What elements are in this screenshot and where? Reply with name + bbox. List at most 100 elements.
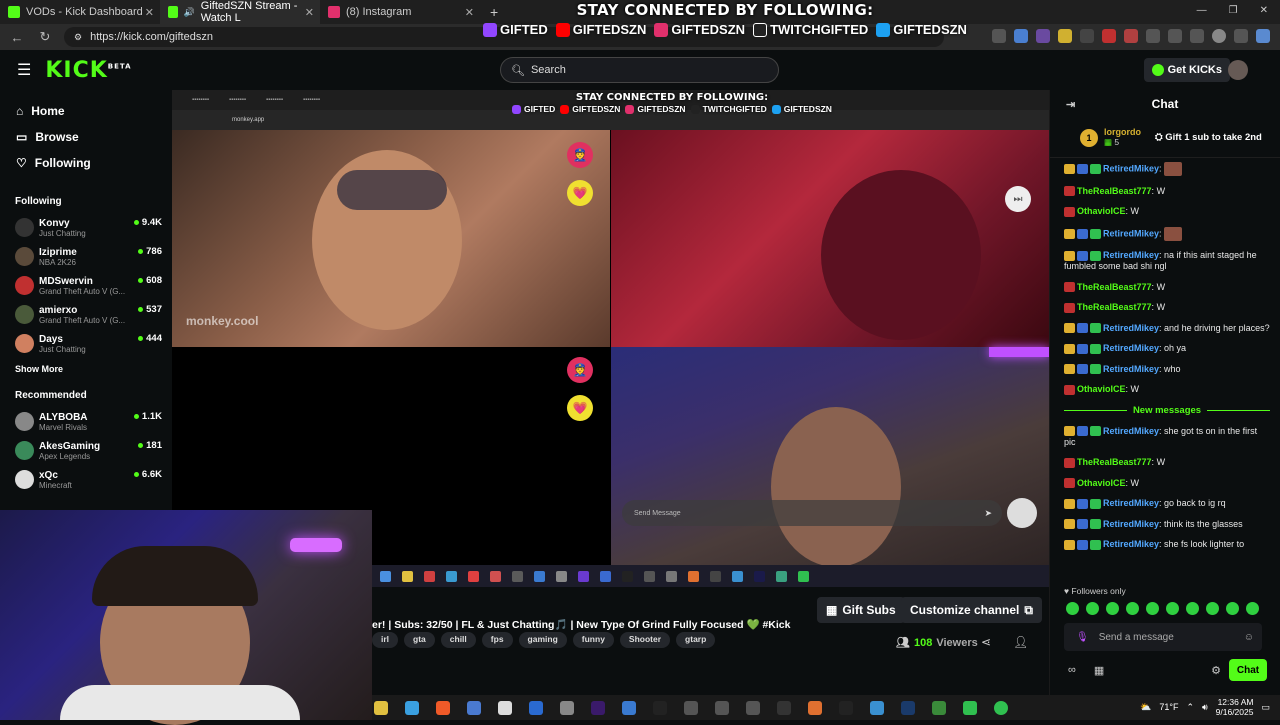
chrome-icon[interactable] bbox=[374, 700, 388, 715]
tab-close-icon[interactable]: ✕ bbox=[305, 6, 314, 19]
emote-icon[interactable] bbox=[1146, 602, 1159, 615]
favorites-icon[interactable] bbox=[1190, 29, 1204, 43]
police-sticker-icon[interactable]: 👮 bbox=[567, 357, 593, 383]
tiktok-icon[interactable] bbox=[653, 700, 667, 715]
sidebar-channel[interactable]: xQc Minecraft 6.6K bbox=[0, 465, 172, 494]
emote-icon[interactable] bbox=[1066, 602, 1079, 615]
customize-channel-button[interactable]: Customize channel ⧉ bbox=[901, 597, 1042, 623]
extension-icon[interactable] bbox=[1168, 29, 1182, 43]
app-icon[interactable] bbox=[684, 700, 698, 715]
kick-logo[interactable]: KICKBETA bbox=[45, 58, 131, 83]
hamburger-menu-icon[interactable]: ☰ bbox=[17, 60, 31, 80]
extension-icon[interactable] bbox=[1058, 29, 1072, 43]
tab-close-icon[interactable]: ✕ bbox=[145, 6, 154, 19]
gift-sub-prompt[interactable]: ⛭ Gift 1 sub to take 2nd bbox=[1155, 132, 1262, 143]
sidebar-item-following[interactable]: ♡ Following bbox=[16, 150, 172, 176]
app-icon[interactable] bbox=[467, 700, 481, 715]
outlook-icon[interactable] bbox=[529, 700, 543, 715]
emote-icon[interactable] bbox=[1086, 602, 1099, 615]
microphone-icon[interactable]: 🎙︎ bbox=[1076, 632, 1089, 643]
link-icon[interactable]: ∞ bbox=[1068, 664, 1076, 676]
app-icon[interactable] bbox=[622, 700, 636, 715]
new-tab-button[interactable]: + bbox=[490, 4, 498, 20]
tag-chip[interactable]: fps bbox=[481, 632, 513, 648]
police-sticker-icon[interactable]: 👮 bbox=[567, 142, 593, 168]
search-input[interactable]: 🔍︎ Search bbox=[500, 57, 779, 83]
show-more-button[interactable]: Show More bbox=[0, 364, 172, 374]
emote-icon[interactable] bbox=[1246, 602, 1259, 615]
follow-user-icon[interactable]: 👤︎ bbox=[1013, 635, 1028, 649]
chat-send-button[interactable]: Chat bbox=[1229, 659, 1267, 681]
more-menu-icon[interactable] bbox=[1234, 29, 1248, 43]
premiere-icon[interactable] bbox=[591, 700, 605, 715]
emote-icon[interactable] bbox=[1166, 602, 1179, 615]
emote-icon[interactable] bbox=[1226, 602, 1239, 615]
app-icon[interactable] bbox=[808, 700, 822, 715]
store-icon[interactable]: ▦ bbox=[1094, 664, 1104, 677]
steam-icon[interactable] bbox=[746, 700, 760, 715]
tag-chip[interactable]: funny bbox=[572, 632, 614, 648]
sidebar-item-browse[interactable]: ▭ Browse bbox=[16, 124, 172, 150]
emote-icon[interactable] bbox=[1126, 602, 1139, 615]
copilot-icon[interactable] bbox=[1256, 29, 1270, 43]
emote-icon[interactable] bbox=[1186, 602, 1199, 615]
volume-icon[interactable]: 🔊︎ bbox=[1202, 702, 1208, 713]
tray-arrow-icon[interactable]: ⌃ bbox=[1186, 702, 1194, 713]
heart-sticker-icon[interactable]: 💗 bbox=[567, 180, 593, 206]
tab-close-icon[interactable]: ✕ bbox=[465, 6, 474, 19]
app-icon[interactable] bbox=[560, 700, 574, 715]
get-kicks-button[interactable]: Get KICKs bbox=[1143, 58, 1230, 82]
tag-chip[interactable]: Shooter bbox=[619, 632, 671, 648]
skip-icon[interactable]: ⏭ bbox=[1005, 186, 1031, 212]
tag-chip[interactable]: irl bbox=[372, 632, 399, 648]
extension-icon[interactable] bbox=[1124, 29, 1138, 43]
tag-chip[interactable]: chill bbox=[440, 632, 476, 648]
notification-icon[interactable]: ▭ bbox=[1261, 702, 1270, 713]
tag-chip[interactable]: gtarp bbox=[676, 632, 716, 648]
calendar-icon[interactable] bbox=[498, 700, 512, 715]
steam-icon[interactable] bbox=[901, 700, 915, 715]
profile-avatar-icon[interactable] bbox=[1212, 29, 1226, 43]
extension-icon[interactable] bbox=[1146, 29, 1160, 43]
user-avatar[interactable] bbox=[1228, 60, 1248, 80]
tag-chip[interactable]: gta bbox=[404, 632, 435, 648]
extension-icon[interactable] bbox=[1036, 29, 1050, 43]
minimize-icon[interactable]: — bbox=[1197, 5, 1207, 16]
sidebar-channel[interactable]: Iziprime NBA 2K26 786 bbox=[0, 242, 172, 271]
sidebar-channel[interactable]: AkesGaming Apex Legends 181 bbox=[0, 436, 172, 465]
site-info-icon[interactable]: ⚙ bbox=[74, 32, 82, 43]
spotify-icon[interactable] bbox=[994, 700, 1008, 715]
heart-sticker-icon[interactable]: 💗 bbox=[567, 395, 593, 421]
back-arrow-icon[interactable]: ← bbox=[8, 30, 26, 45]
extension-icon[interactable] bbox=[1102, 29, 1116, 43]
sidebar-channel[interactable]: amierxo Grand Theft Auto V (G... 537 bbox=[0, 300, 172, 329]
speaker-icon[interactable]: 🔊 bbox=[184, 7, 195, 18]
sidebar-channel[interactable]: ALYBOBA Marvel Rivals 1.1K bbox=[0, 407, 172, 436]
app-icon[interactable] bbox=[715, 700, 729, 715]
app-icon[interactable] bbox=[777, 700, 791, 715]
browser-tab-stream[interactable]: 🔊 GiftedSZN Stream - Watch L ✕ bbox=[160, 0, 320, 24]
emote-icon[interactable] bbox=[1106, 602, 1119, 615]
chrome-icon[interactable] bbox=[870, 700, 884, 715]
epic-icon[interactable] bbox=[839, 700, 853, 715]
collapse-chat-icon[interactable]: ⇥ bbox=[1066, 98, 1075, 111]
clock[interactable]: 12:36 AM 9/16/2025 bbox=[1216, 697, 1254, 717]
share-icon[interactable]: ⋖ bbox=[981, 635, 991, 649]
app-icon[interactable] bbox=[405, 700, 419, 715]
maximize-icon[interactable]: ❐ bbox=[1229, 5, 1238, 16]
sidebar-channel[interactable]: Konvy Just Chatting 9.4K bbox=[0, 213, 172, 242]
emoji-picker-icon[interactable]: ☺ bbox=[1244, 632, 1254, 643]
emote-icon[interactable] bbox=[1206, 602, 1219, 615]
brave-icon[interactable] bbox=[436, 700, 450, 715]
browser-tab-vods[interactable]: VODs - Kick Dashboard ✕ bbox=[0, 0, 160, 24]
settings-gear-icon[interactable]: ⚙ bbox=[1211, 664, 1221, 677]
gift-subs-button[interactable]: ▦ Gift Subs bbox=[817, 597, 905, 623]
read-aloud-icon[interactable] bbox=[992, 29, 1006, 43]
sidebar-item-home[interactable]: ⌂ Home bbox=[16, 98, 172, 124]
favorite-star-icon[interactable] bbox=[1014, 29, 1028, 43]
gifter-name[interactable]: lorgordo bbox=[1104, 127, 1141, 137]
app-icon[interactable] bbox=[963, 700, 977, 715]
xbox-icon[interactable] bbox=[932, 700, 946, 715]
sidebar-channel[interactable]: MDSwervin Grand Theft Auto V (G... 608 bbox=[0, 271, 172, 300]
browser-tab-instagram[interactable]: (8) Instagram ✕ bbox=[320, 0, 480, 24]
